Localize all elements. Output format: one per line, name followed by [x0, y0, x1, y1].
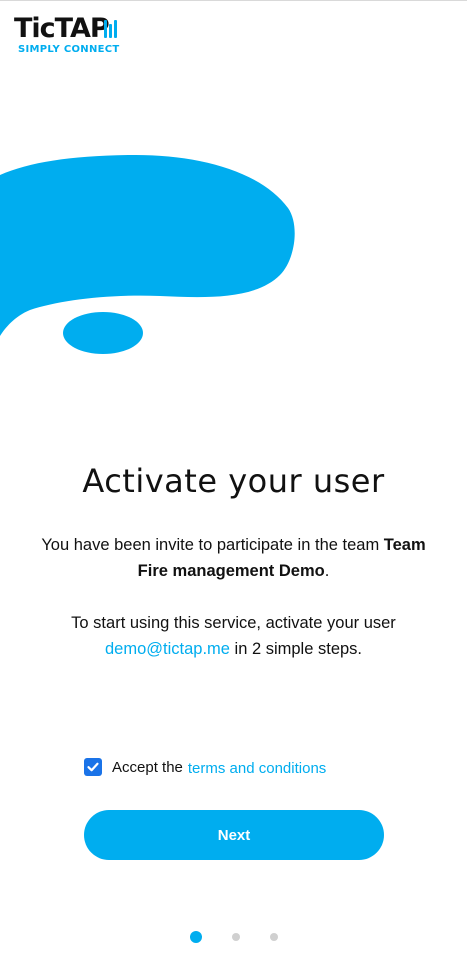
terms-link[interactable]: terms and conditions	[188, 760, 326, 777]
page-title: Activate your user	[82, 462, 385, 500]
next-button[interactable]: Next	[84, 810, 384, 860]
accept-label: Accept the	[112, 758, 183, 776]
signal-bars-icon	[98, 20, 120, 38]
invite-text: You have been invite to participate in t…	[41, 536, 384, 554]
invite-paragraph: You have been invite to participate in t…	[40, 532, 427, 584]
activation-paragraph: To start using this service, activate yo…	[40, 610, 427, 662]
checkmark-icon	[87, 762, 99, 772]
activation-suffix: in 2 simple steps.	[229, 640, 363, 658]
accept-terms-checkbox[interactable]	[84, 758, 102, 776]
decorative-blob-illustration	[0, 154, 295, 354]
logo-wordmark: TicTAP	[14, 13, 110, 44]
pagination-dot-1[interactable]	[190, 931, 202, 943]
logo-tagline: SIMPLY CONNECT	[18, 44, 120, 55]
accept-terms-row: Accept the terms and conditions	[84, 756, 326, 778]
top-divider	[0, 0, 467, 1]
pagination-dots	[0, 931, 467, 943]
pagination-dot-3[interactable]	[270, 933, 278, 941]
pagination-dot-2[interactable]	[232, 933, 240, 941]
tictap-logo: TicTAP SIMPLY CONNECT	[14, 14, 124, 58]
invite-suffix: .	[324, 562, 330, 580]
activation-text: To start using this service, activate yo…	[71, 614, 396, 632]
email-link[interactable]: demo@tictap.me	[105, 640, 230, 658]
